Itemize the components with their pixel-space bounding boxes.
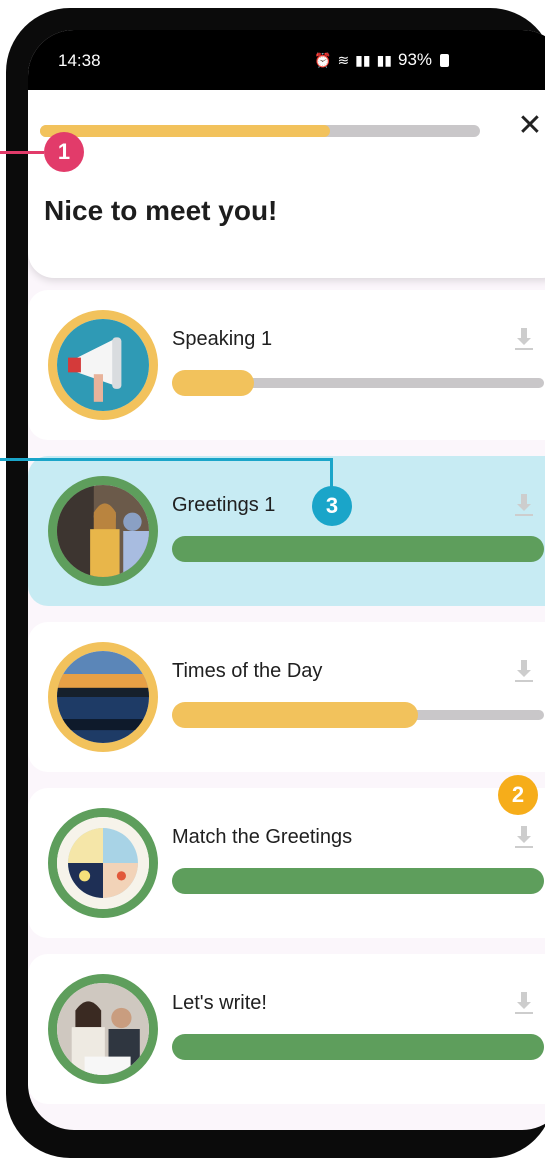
lesson-header: ✕ Nice to meet you! <box>28 90 545 278</box>
lesson-progress-bar <box>40 125 480 137</box>
callout-line-1 <box>0 151 44 154</box>
lesson-progress-fill <box>172 702 418 728</box>
close-button[interactable]: ✕ <box>512 108 545 144</box>
lesson-image-megaphone <box>48 310 158 420</box>
lesson-image-greetings <box>48 476 158 586</box>
lesson-progress-fill <box>172 1034 544 1060</box>
lesson-image-day-night <box>48 808 158 918</box>
lesson-progress-bar <box>172 536 544 562</box>
download-icon[interactable] <box>512 492 536 518</box>
lesson-progress-bar <box>172 370 544 396</box>
close-icon: ✕ <box>517 109 543 142</box>
lesson-card-speaking-1[interactable]: Speaking 1 <box>28 290 545 440</box>
screen: 14:38 ⏰ ≋ ▮▮ ▮▮ 93% ✕ Nice to meet you! <box>28 30 545 1130</box>
lesson-title: Let's write! <box>172 992 267 1014</box>
status-bar: 14:38 ⏰ ≋ ▮▮ ▮▮ 93% <box>28 30 545 90</box>
lesson-title: Times of the Day <box>172 660 323 682</box>
lesson-card-times-of-the-day[interactable]: Times of the Day <box>28 622 545 772</box>
lesson-progress-fill <box>172 370 254 396</box>
callout-line-3-vertical <box>330 458 333 488</box>
download-icon[interactable] <box>512 326 536 352</box>
lesson-title: Match the Greetings <box>172 826 353 848</box>
signal-icon: ▮▮ <box>355 51 371 68</box>
lesson-progress-bar <box>172 868 544 894</box>
callout-2: 2 <box>498 775 538 815</box>
page-title: Nice to meet you! <box>44 195 278 226</box>
lesson-progress-fill <box>40 125 331 137</box>
callout-3: 3 <box>312 486 352 526</box>
lesson-title: Greetings 1 <box>172 494 276 516</box>
wifi-icon: ≋ <box>337 51 350 68</box>
signal-icon: ▮▮ <box>376 51 393 68</box>
lesson-progress-fill <box>172 868 544 894</box>
download-icon[interactable] <box>512 658 536 684</box>
lesson-progress-fill <box>172 536 544 562</box>
lesson-progress-bar <box>172 1034 544 1060</box>
callout-line-3 <box>0 458 332 461</box>
battery-icon <box>440 53 450 67</box>
battery-percent: 93% <box>398 50 433 69</box>
phone-frame: 14:38 ⏰ ≋ ▮▮ ▮▮ 93% ✕ Nice to meet you! <box>6 8 545 1158</box>
download-icon[interactable] <box>512 824 536 850</box>
lesson-image-writing <box>48 974 158 1084</box>
callout-1: 1 <box>44 132 84 172</box>
lesson-card-lets-write[interactable]: Let's write! <box>28 954 545 1104</box>
lesson-image-skyline <box>48 642 158 752</box>
status-icons: ⏰ ≋ ▮▮ ▮▮ 93% <box>314 50 450 70</box>
lesson-progress-bar <box>172 702 544 728</box>
lesson-card-greetings-1[interactable]: Greetings 1 <box>28 456 545 606</box>
status-time: 14:38 <box>58 51 101 70</box>
alarm-icon: ⏰ <box>314 51 332 68</box>
download-icon[interactable] <box>512 990 536 1016</box>
lesson-card-match-the-greetings[interactable]: Match the Greetings <box>28 788 545 938</box>
lesson-title: Speaking 1 <box>172 328 273 350</box>
